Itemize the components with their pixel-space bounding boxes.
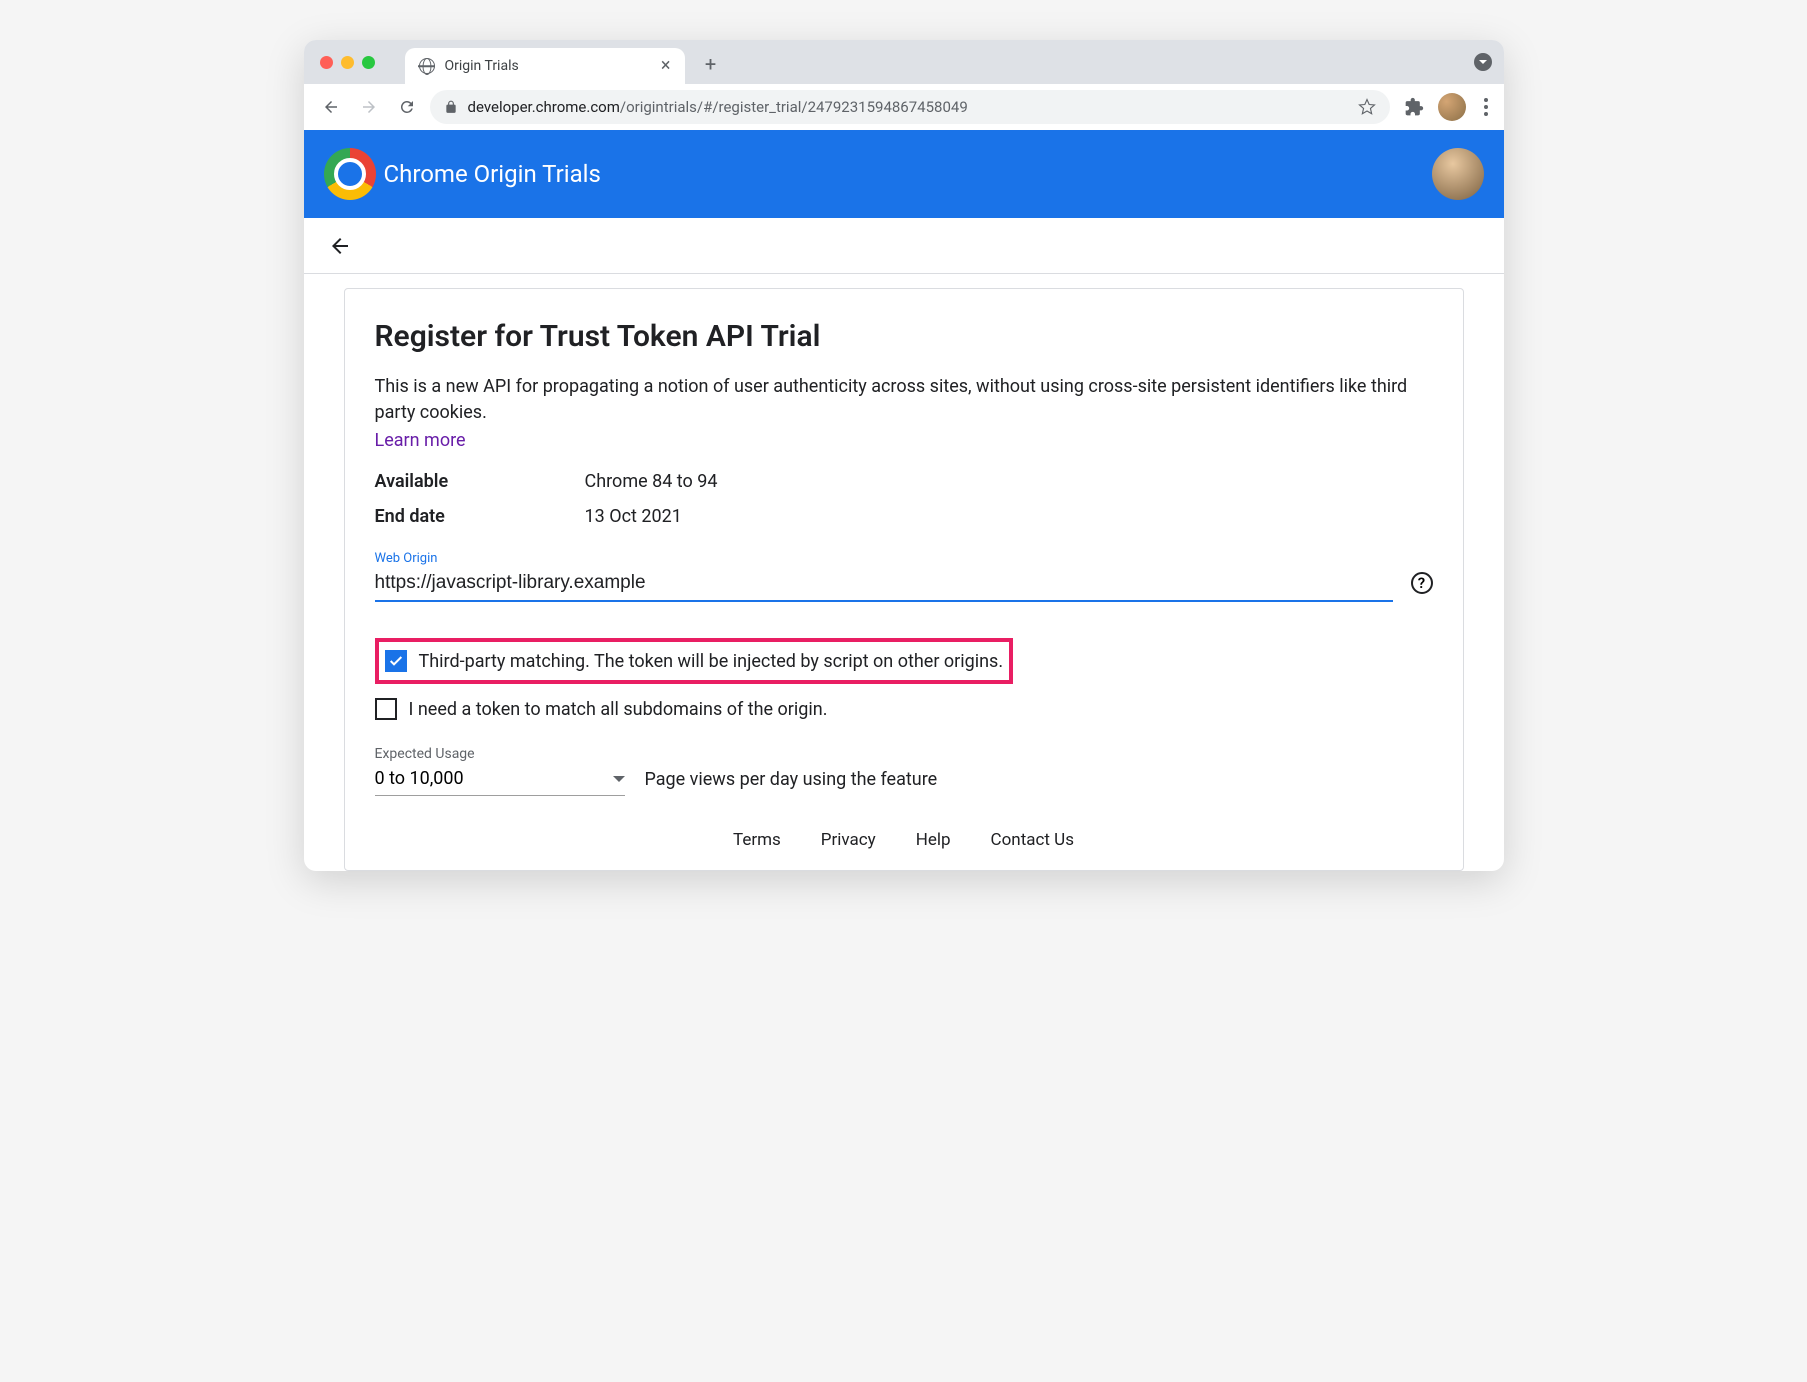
expected-usage-section: Expected Usage 0 to 10,000 Page views pe… [375,746,1433,796]
browser-window: Origin Trials × + developer.chrome.com/o… [304,40,1504,871]
back-button[interactable] [316,92,346,122]
app-title: Chrome Origin Trials [384,160,601,188]
highlighted-option: Third-party matching. The token will be … [375,638,1014,684]
bookmark-star-icon[interactable] [1358,98,1376,116]
help-icon[interactable]: ? [1411,572,1433,594]
address-bar[interactable]: developer.chrome.com/origintrials/#/regi… [430,90,1390,124]
footer-contact-link[interactable]: Contact Us [991,830,1074,850]
third-party-checkbox[interactable] [385,650,407,672]
usage-label: Expected Usage [375,746,625,762]
footer-links: Terms Privacy Help Contact Us [375,830,1433,850]
chevron-down-icon [613,776,625,782]
close-tab-button[interactable]: × [661,57,671,75]
web-origin-field: Web Origin ? [375,551,1433,602]
extensions-icon[interactable] [1404,97,1424,117]
footer-privacy-link[interactable]: Privacy [821,830,876,850]
window-controls [320,56,375,69]
page-title: Register for Trust Token API Trial [375,319,1433,354]
usage-value: 0 to 10,000 [375,768,464,789]
tab-title: Origin Trials [445,58,519,74]
usage-select[interactable]: 0 to 10,000 [375,764,625,796]
profile-avatar[interactable] [1438,93,1466,121]
new-tab-button[interactable]: + [697,50,725,78]
back-row [304,218,1504,274]
web-origin-input[interactable] [375,568,1393,602]
available-label: Available [375,471,585,492]
subdomains-checkbox[interactable] [375,698,397,720]
footer-help-link[interactable]: Help [916,830,951,850]
tab-bar: Origin Trials × + [304,40,1504,84]
browser-tab[interactable]: Origin Trials × [405,48,685,84]
subdomains-label: I need a token to match all subdomains o… [409,699,828,720]
reload-button[interactable] [392,92,422,122]
minimize-window-button[interactable] [341,56,354,69]
browser-toolbar: developer.chrome.com/origintrials/#/regi… [304,84,1504,130]
available-value: Chrome 84 to 94 [585,471,718,492]
chrome-logo-icon [324,148,376,200]
globe-icon [419,58,435,74]
maximize-window-button[interactable] [362,56,375,69]
usage-description: Page views per day using the feature [645,769,938,796]
forward-button[interactable] [354,92,384,122]
browser-menu-button[interactable] [1484,98,1488,116]
app-header: Chrome Origin Trials [304,130,1504,218]
close-window-button[interactable] [320,56,333,69]
trial-description: This is a new API for propagating a noti… [375,374,1433,426]
tab-overflow-button[interactable] [1474,53,1492,71]
end-date-label: End date [375,506,585,527]
user-avatar[interactable] [1432,148,1484,200]
footer-terms-link[interactable]: Terms [733,830,781,850]
url-text: developer.chrome.com/origintrials/#/regi… [468,98,1348,116]
web-origin-label: Web Origin [375,551,1433,566]
end-date-value: 13 Oct 2021 [585,506,682,527]
third-party-label: Third-party matching. The token will be … [419,651,1004,672]
learn-more-link[interactable]: Learn more [375,430,466,451]
page-back-button[interactable] [328,234,352,258]
registration-card: Register for Trust Token API Trial This … [344,288,1464,871]
lock-icon [444,100,458,114]
trial-meta: Available Chrome 84 to 94 End date 13 Oc… [375,471,1433,527]
